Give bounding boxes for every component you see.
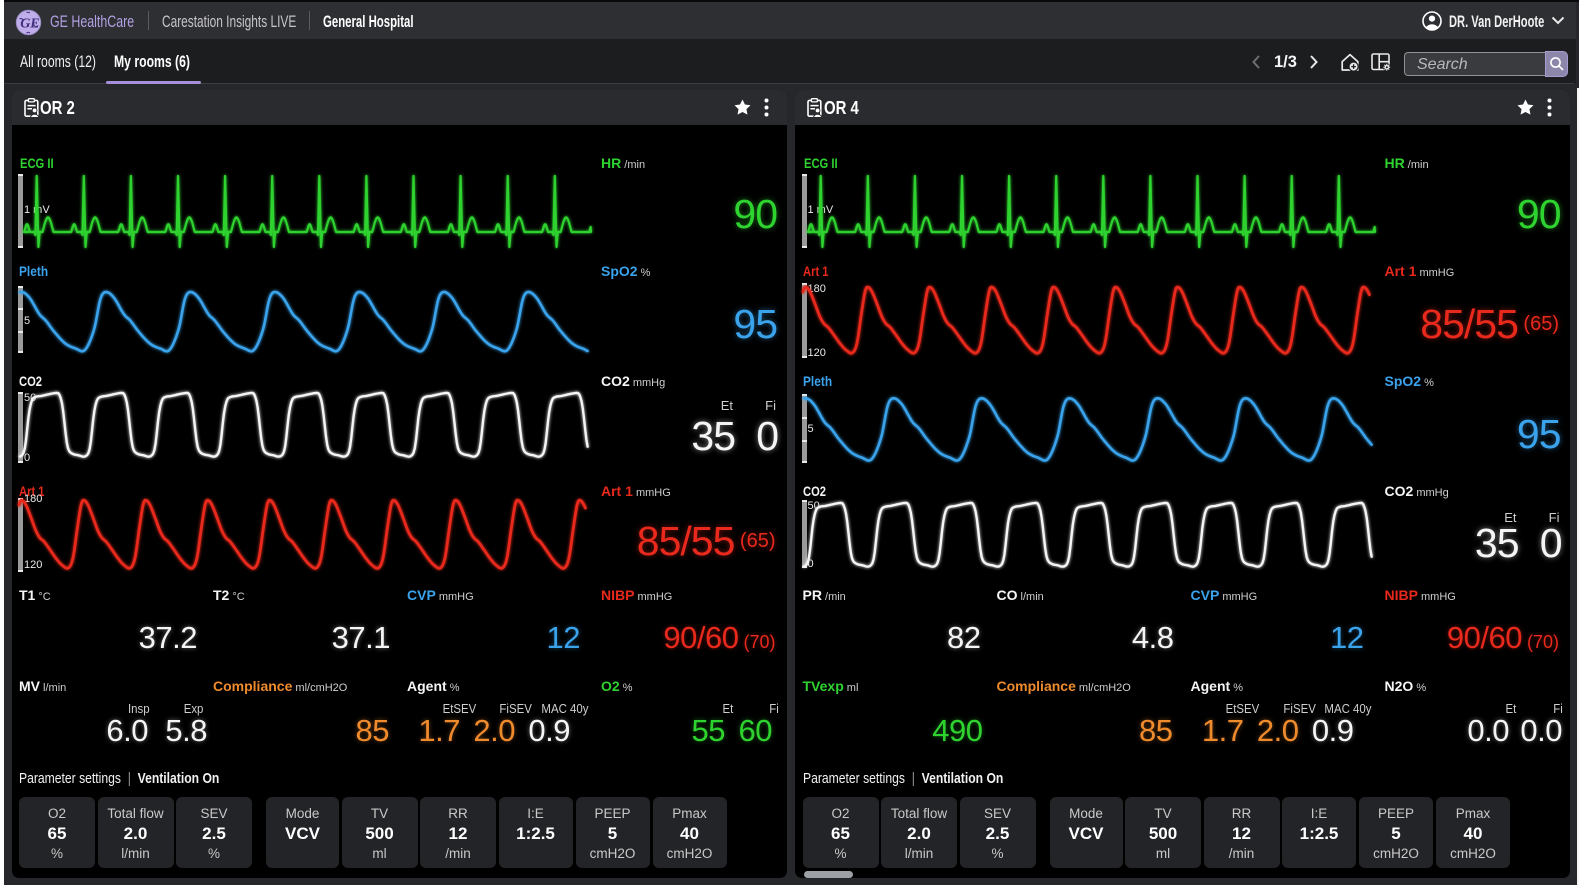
- svg-text:GE: GE: [20, 16, 39, 31]
